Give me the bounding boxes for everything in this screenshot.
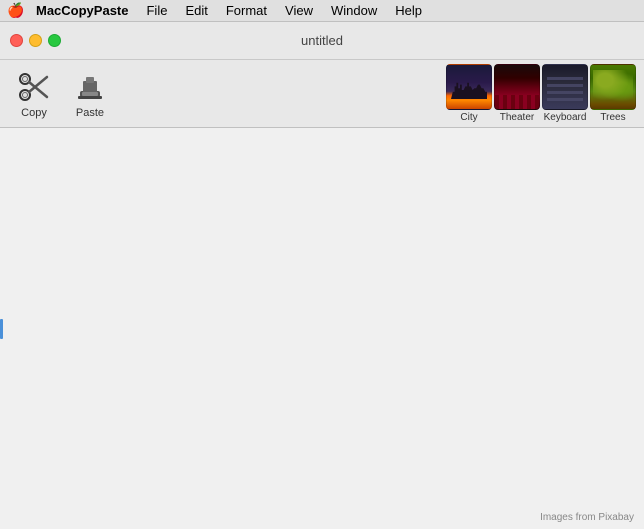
window-controls [10, 34, 61, 47]
menubar-view[interactable]: View [277, 0, 321, 22]
menubar-file[interactable]: File [138, 0, 175, 22]
stamp-icon [72, 69, 108, 105]
theater-image [494, 64, 540, 110]
copy-button[interactable]: Copy [8, 66, 60, 122]
menubar-app-name[interactable]: MacCopyPaste [28, 0, 136, 22]
thumbnail-theater[interactable]: Theater [494, 64, 540, 123]
thumbnail-city[interactable]: City [446, 64, 492, 123]
keyboard-image [542, 64, 588, 110]
trees-label: Trees [600, 112, 625, 123]
maximize-button[interactable] [48, 34, 61, 47]
toolbar: Copy Paste City Theater [0, 60, 644, 128]
apple-menu[interactable]: 🍎 [6, 0, 26, 22]
paste-label: Paste [76, 107, 104, 119]
minimize-button[interactable] [29, 34, 42, 47]
titlebar: untitled [0, 22, 644, 60]
thumbnail-keyboard[interactable]: Keyboard [542, 64, 588, 123]
keyboard-label: Keyboard [544, 112, 587, 123]
paste-button[interactable]: Paste [64, 66, 116, 122]
city-label: City [460, 112, 477, 123]
thumbnail-trees[interactable]: Trees [590, 64, 636, 123]
menubar-window[interactable]: Window [323, 0, 385, 22]
pixabay-credit: Images from Pixabay [540, 512, 634, 523]
main-content: Images from Pixabay [0, 128, 644, 529]
left-accent [0, 319, 3, 339]
copy-label: Copy [21, 107, 47, 119]
scissors-icon [16, 69, 52, 105]
window-title: untitled [301, 33, 343, 48]
menubar-help[interactable]: Help [387, 0, 430, 22]
theater-label: Theater [500, 112, 534, 123]
menubar-format[interactable]: Format [218, 0, 275, 22]
close-button[interactable] [10, 34, 23, 47]
trees-image [590, 64, 636, 110]
menubar: 🍎 MacCopyPaste File Edit Format View Win… [0, 0, 644, 22]
city-image [446, 64, 492, 110]
menubar-edit[interactable]: Edit [177, 0, 215, 22]
thumbnails: City Theater Keyboard Trees [446, 64, 636, 123]
